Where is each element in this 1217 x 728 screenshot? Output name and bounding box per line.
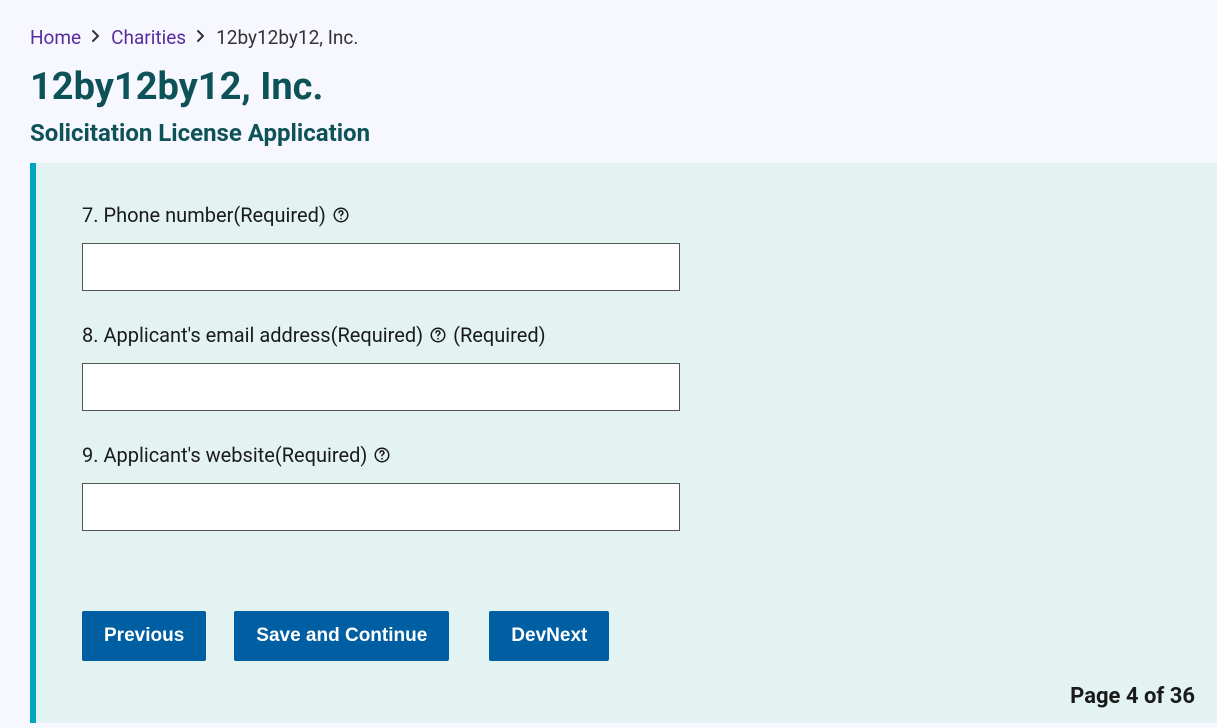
help-icon[interactable] [373, 446, 391, 464]
help-icon[interactable] [332, 206, 350, 224]
form-group-website: 9. Applicant's website(Required) [82, 443, 1171, 531]
breadcrumb: Home Charities 12by12by12, Inc. [0, 0, 1217, 65]
email-input[interactable] [82, 363, 680, 411]
form-label: 8. Applicant's email address(Required) (… [82, 323, 1171, 347]
page-subtitle: Solicitation License Application [30, 119, 1187, 147]
form-group-email: 8. Applicant's email address(Required) (… [82, 323, 1171, 411]
website-input[interactable] [82, 483, 680, 531]
chevron-right-icon [196, 27, 206, 48]
breadcrumb-charities[interactable]: Charities [111, 26, 186, 49]
label-text: 7. Phone number(Required) [82, 203, 326, 227]
label-text: 8. Applicant's email address(Required) [82, 323, 423, 347]
form-panel: 7. Phone number(Required) 8. Applicant's… [30, 163, 1217, 723]
page-header: 12by12by12, Inc. Solicitation License Ap… [0, 65, 1217, 163]
breadcrumb-current: 12by12by12, Inc. [216, 26, 358, 49]
label-extra: (Required) [453, 323, 545, 347]
page-title: 12by12by12, Inc. [30, 65, 1187, 111]
page-indicator: Page 4 of 36 [1070, 684, 1195, 709]
save-continue-button[interactable]: Save and Continue [234, 611, 449, 661]
form-label: 7. Phone number(Required) [82, 203, 1171, 227]
devnext-button[interactable]: DevNext [489, 611, 609, 661]
form-label: 9. Applicant's website(Required) [82, 443, 1171, 467]
breadcrumb-home[interactable]: Home [30, 26, 81, 49]
form-group-phone: 7. Phone number(Required) [82, 203, 1171, 291]
help-icon[interactable] [429, 326, 447, 344]
previous-button[interactable]: Previous [82, 611, 206, 661]
chevron-right-icon [91, 27, 101, 48]
phone-input[interactable] [82, 243, 680, 291]
label-text: 9. Applicant's website(Required) [82, 443, 367, 467]
button-row: Previous Save and Continue DevNext [82, 611, 1171, 661]
